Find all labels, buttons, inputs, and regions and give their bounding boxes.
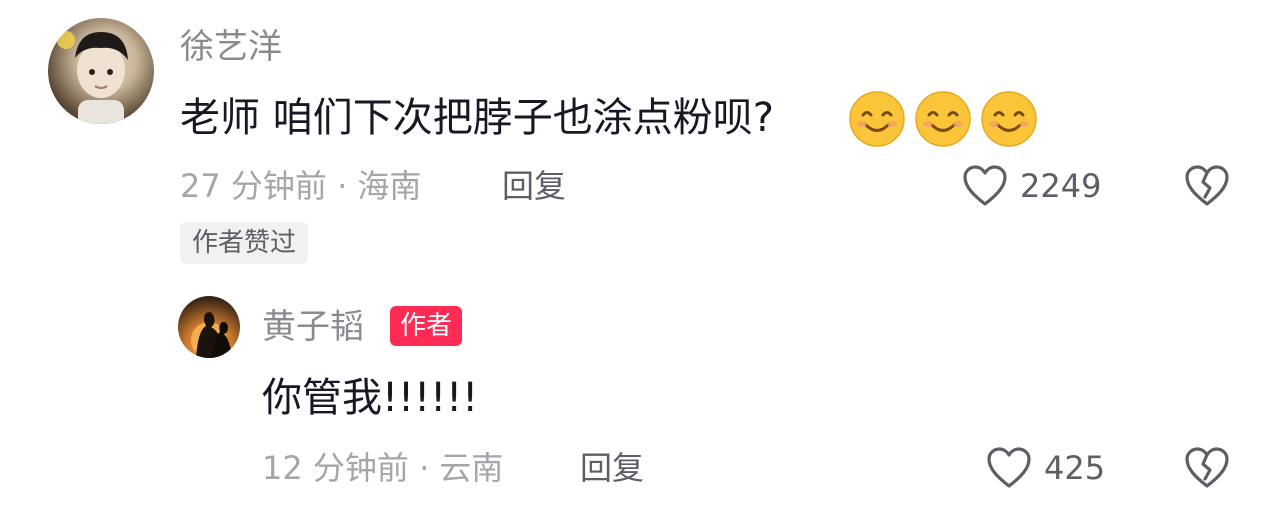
author-badge: 作者 xyxy=(390,306,463,346)
smiling-face-icon xyxy=(849,91,905,147)
reply-username[interactable]: 黄子韬 xyxy=(262,310,364,344)
reply-button[interactable]: 回复 xyxy=(580,452,644,484)
comment-text: 你管我!!!!!! xyxy=(262,375,479,421)
smiling-face-icon xyxy=(981,91,1037,147)
comment-time-location: 27 分钟前 · 海南 xyxy=(180,167,422,205)
broken-heart-icon[interactable] xyxy=(1184,446,1230,490)
avatar[interactable] xyxy=(178,296,240,358)
author-liked-tag: 作者赞过 xyxy=(180,222,309,264)
comment-time-location: 12 分钟前 · 云南 xyxy=(262,449,504,487)
broken-heart-icon[interactable] xyxy=(1184,164,1230,208)
heart-outline-icon[interactable] xyxy=(986,446,1032,490)
like-count: 425 xyxy=(1044,449,1106,487)
reply-button[interactable]: 回复 xyxy=(502,170,566,202)
heart-outline-icon[interactable] xyxy=(962,164,1008,208)
avatar[interactable] xyxy=(48,18,154,124)
comment-text: 老师 咱们下次把脖子也涂点粉呗? xyxy=(180,95,774,141)
smiling-face-icon xyxy=(915,91,971,147)
comment-username[interactable]: 徐艺洋 xyxy=(180,30,282,64)
like-count: 2249 xyxy=(1020,167,1102,205)
